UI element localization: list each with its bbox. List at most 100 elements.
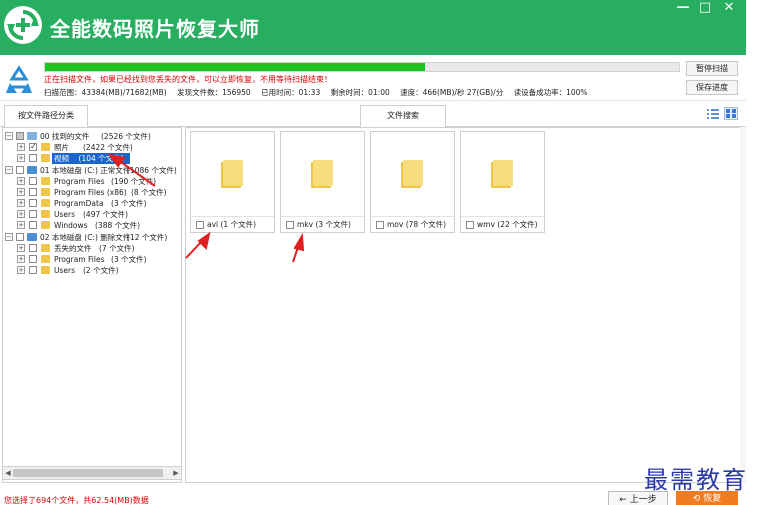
scan-progress-bar xyxy=(44,62,680,72)
tree-count: (497 个文件) xyxy=(83,210,129,219)
scan-message: 正在扫描文件，如果已经找到您丢失的文件，可以立即恢复，不用等待扫描结束！ xyxy=(44,75,332,84)
tree-checkbox[interactable] xyxy=(29,177,37,185)
tree-checkbox[interactable] xyxy=(29,244,37,252)
tree-checkbox[interactable] xyxy=(29,266,37,274)
file-card-mov[interactable]: mov (78 个文件) xyxy=(370,131,455,233)
tab-by-path[interactable]: 按文件路径分类 xyxy=(4,105,88,127)
tree-checkbox[interactable] xyxy=(29,188,37,196)
expand-icon[interactable]: + xyxy=(17,154,25,162)
pause-scan-button[interactable]: 暂停扫描 xyxy=(686,61,738,76)
tree-checkbox[interactable] xyxy=(16,166,24,174)
expand-icon[interactable]: + xyxy=(17,244,25,252)
tree-count: (1086 个文件) xyxy=(127,166,177,175)
tree-item-users[interactable]: + Users (497 个文件) xyxy=(3,209,181,220)
expand-icon[interactable]: + xyxy=(17,210,25,218)
scan-progress-fill xyxy=(45,63,426,71)
found-count: 发现文件数：156950 xyxy=(177,88,251,97)
tree-item-deleted-program-files[interactable]: + Program Files (3 个文件) xyxy=(3,254,181,265)
tree-item-programdata[interactable]: + ProgramData (3 个文件) xyxy=(3,198,181,209)
expand-icon[interactable]: + xyxy=(17,221,25,229)
tree-count: (2 个文件) xyxy=(83,266,119,275)
tree-count: (2422 个文件) xyxy=(83,143,133,152)
collapse-icon[interactable]: − xyxy=(5,166,13,174)
minimize-button[interactable]: — xyxy=(672,0,694,18)
tab-file-search[interactable]: 文件搜索 xyxy=(360,105,446,127)
read-rate: 读设备成功率：100% xyxy=(513,88,588,97)
tree-item-program-files-x86[interactable]: + Program Files (x86) (8 个文件) xyxy=(3,187,181,198)
expand-icon[interactable]: + xyxy=(17,266,25,274)
file-grid: avi (1 个文件) mkv (3 个文件) mov (78 个文件) wmv xyxy=(185,127,741,483)
collapse-icon[interactable]: − xyxy=(5,233,13,241)
window-edge xyxy=(746,0,766,505)
tree-label: Program Files (x86) xyxy=(54,188,127,197)
expand-icon[interactable]: + xyxy=(17,188,25,196)
maximize-button[interactable]: □ xyxy=(694,0,716,18)
tree-checkbox[interactable] xyxy=(29,154,37,162)
remaining-time: 剩余时间：01:00 xyxy=(330,88,390,97)
collapse-icon[interactable]: − xyxy=(5,132,13,140)
file-card-label: avi (1 个文件) xyxy=(207,220,257,229)
drive-icon xyxy=(27,166,37,174)
watermark-text: 最需教育 xyxy=(644,466,748,494)
file-checkbox[interactable] xyxy=(196,221,204,229)
scroll-left-icon[interactable]: ◀ xyxy=(3,467,13,479)
tree-count: (7 个文件) xyxy=(99,244,135,253)
tree-item-deleted-users[interactable]: + Users (2 个文件) xyxy=(3,265,181,276)
file-card-wmv[interactable]: wmv (22 个文件) xyxy=(460,131,545,233)
tree-label: 视频 xyxy=(54,154,69,163)
folder-icon xyxy=(41,244,50,252)
folder-icon xyxy=(311,160,333,188)
drive-icon xyxy=(27,233,37,241)
tree-horizontal-scrollbar[interactable]: ◀ ▶ xyxy=(2,466,182,480)
close-button[interactable]: ✕ xyxy=(718,0,740,18)
file-card-mkv[interactable]: mkv (3 个文件) xyxy=(280,131,365,233)
tree-item-drive-normal[interactable]: − 01 本地磁盘 (C:) 正常文件 (1086 个文件) xyxy=(3,165,181,176)
folder-icon xyxy=(401,160,423,188)
expand-icon[interactable]: + xyxy=(17,255,25,263)
file-card-footer: wmv (22 个文件) xyxy=(461,216,544,232)
tree-item-program-files[interactable]: + Program Files (190 个文件) xyxy=(3,176,181,187)
expand-icon[interactable]: + xyxy=(17,199,25,207)
tree-item-videos[interactable]: + 视频 (104 个文件) xyxy=(3,153,181,164)
expand-icon[interactable]: + xyxy=(17,143,25,151)
tree-count: (3 个文件) xyxy=(111,199,147,208)
grid-view-icon[interactable] xyxy=(724,107,738,120)
scrollbar-thumb[interactable] xyxy=(13,469,163,477)
file-card-footer: mkv (3 个文件) xyxy=(281,216,364,232)
tree-count: (104 个文件) xyxy=(78,154,124,163)
file-card-avi[interactable]: avi (1 个文件) xyxy=(190,131,275,233)
folder-icon xyxy=(41,210,50,218)
tree-count: (12 个文件) xyxy=(127,233,168,242)
drive-icon xyxy=(27,132,37,140)
tree-item-lost-files[interactable]: + 丢失的文件 (7 个文件) xyxy=(3,243,181,254)
tree-item-windows[interactable]: + Windows (388 个文件) xyxy=(3,220,181,231)
scroll-right-icon[interactable]: ▶ xyxy=(171,467,181,479)
tree-item-photos[interactable]: + 照片 (2422 个文件) xyxy=(3,141,181,153)
folder-icon xyxy=(41,143,50,151)
tree-item-drive-deleted[interactable]: − 02 本地磁盘 (C:) 删除文件 (12 个文件) xyxy=(3,232,181,243)
recycle-icon xyxy=(4,65,34,95)
folder-icon xyxy=(41,266,50,274)
folder-icon xyxy=(41,255,50,263)
tree-checkbox[interactable] xyxy=(29,141,37,152)
file-checkbox[interactable] xyxy=(466,221,474,229)
file-card-label: wmv (22 个文件) xyxy=(477,220,538,229)
tree-checkbox[interactable] xyxy=(16,233,24,241)
file-checkbox[interactable] xyxy=(286,221,294,229)
tree-checkbox[interactable] xyxy=(29,210,37,218)
footer-bar: 您选择了694个文件，共62.54(MB)数据 ← 上一步 ⟲ 恢复 xyxy=(0,483,746,505)
file-card-label: mov (78 个文件) xyxy=(387,220,446,229)
file-checkbox[interactable] xyxy=(376,221,384,229)
app-logo-icon xyxy=(4,6,42,44)
grid-vertical-scrollbar[interactable] xyxy=(740,127,746,483)
tree-checkbox[interactable] xyxy=(29,221,37,229)
tree-checkbox[interactable] xyxy=(29,255,37,263)
tree-checkbox[interactable] xyxy=(16,132,24,140)
expand-icon[interactable]: + xyxy=(17,177,25,185)
tree-checkbox[interactable] xyxy=(29,199,37,207)
selection-summary: 您选择了694个文件，共62.54(MB)数据 xyxy=(4,496,149,505)
save-progress-button[interactable]: 保存进度 xyxy=(686,80,738,95)
list-view-icon[interactable] xyxy=(706,107,720,120)
tree-count: (2526 个文件) xyxy=(101,132,151,141)
recover-label: 恢复 xyxy=(703,494,722,504)
